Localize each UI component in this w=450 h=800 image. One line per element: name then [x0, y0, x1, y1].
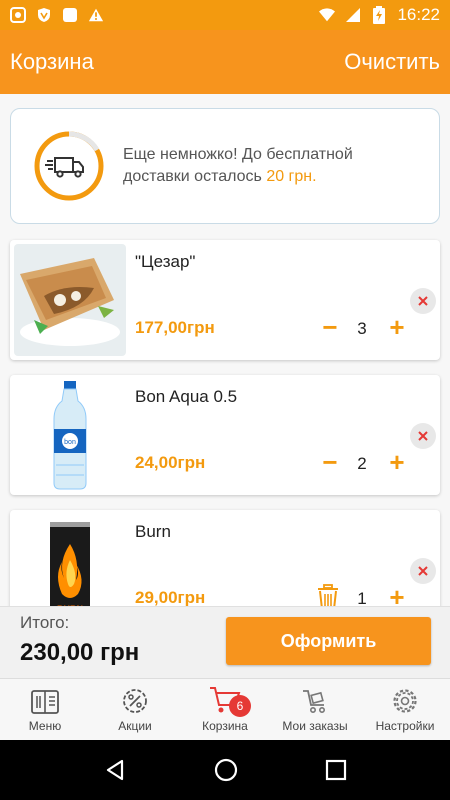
svg-text:bon: bon	[64, 439, 76, 446]
trash-icon	[318, 584, 338, 606]
bottom-nav: Меню Акции 6 Корзина Мои заказы Настройк…	[0, 678, 450, 740]
remove-item-button[interactable]	[410, 423, 436, 449]
status-bar: 16:22	[0, 0, 450, 30]
settings-gear-icon	[393, 689, 417, 713]
nav-item-settings[interactable]: Настройки	[360, 679, 450, 740]
home-icon[interactable]	[213, 757, 239, 783]
notification-square-icon	[62, 7, 78, 23]
close-icon	[418, 431, 428, 441]
notice-line-2-prefix: доставки осталось	[123, 168, 267, 185]
notice-text: Еще немножко! До бесплатной доставки ост…	[123, 144, 353, 188]
nav-item-orders[interactable]: Мои заказы	[270, 679, 360, 740]
nav-label-promotions: Акции	[118, 719, 152, 733]
item-price: 177,00грн	[135, 318, 215, 337]
battery-charging-icon	[371, 6, 387, 24]
water-bottle-image: bon	[14, 379, 126, 491]
discount-icon	[123, 689, 147, 713]
nav-item-cart[interactable]: 6 Корзина	[180, 679, 270, 740]
energy-drink-can-image: BURN	[14, 514, 126, 606]
item-quantity: 2	[357, 454, 367, 473]
signal-icon	[345, 7, 361, 23]
item-price: 29,00грн	[135, 588, 206, 606]
increase-quantity-button[interactable]: +	[384, 312, 410, 342]
nav-label-settings: Настройки	[375, 719, 435, 733]
item-price: 24,00грн	[135, 453, 206, 472]
nav-item-promotions[interactable]: Акции	[90, 679, 180, 740]
item-quantity: 1	[357, 589, 367, 606]
nav-label-orders: Мои заказы	[282, 719, 348, 733]
back-icon[interactable]	[103, 758, 127, 782]
total-value: 230,00 грн	[20, 639, 140, 666]
clear-cart-button[interactable]: Очистить	[344, 49, 440, 75]
checkout-button[interactable]: Оформить	[226, 617, 431, 665]
system-navigation-bar	[0, 740, 450, 800]
close-icon	[418, 566, 428, 576]
orders-cart-icon	[303, 690, 325, 713]
decrease-quantity-button[interactable]: −	[318, 447, 342, 477]
nav-label-menu: Меню	[28, 719, 62, 733]
nav-item-menu[interactable]: Меню	[0, 679, 90, 740]
item-quantity: 3	[357, 319, 367, 338]
cart-item: bon Bon Aqua 0.5 24,00грн − 2 +	[10, 375, 440, 495]
delivery-truck-icon	[34, 131, 104, 201]
wifi-icon	[319, 7, 336, 23]
order-totals-bar: Итого: 230,00 грн Оформить	[0, 606, 450, 678]
increase-quantity-button[interactable]: +	[384, 582, 410, 607]
remaining-amount: 20 грн.	[266, 168, 317, 185]
item-name: Bon Aqua 0.5	[135, 387, 238, 406]
recent-apps-icon[interactable]	[325, 759, 347, 781]
item-name: Burn	[135, 522, 171, 541]
cart-item: "Цезар" 177,00грн − 3 +	[10, 240, 440, 360]
free-delivery-notice: Еще немножко! До бесплатной доставки ост…	[10, 108, 440, 224]
remove-item-button[interactable]	[410, 288, 436, 314]
notice-line-1: Еще немножко! До бесплатной	[123, 146, 353, 163]
menu-book-icon	[31, 690, 59, 714]
page-title: Корзина	[10, 49, 94, 74]
screenshot-icon	[10, 7, 26, 23]
nav-label-cart: Корзина	[202, 719, 248, 733]
decrease-quantity-button[interactable]: −	[318, 312, 342, 342]
item-name: "Цезар"	[135, 252, 196, 271]
notice-line-2: доставки осталось 20 грн.	[123, 166, 353, 188]
remove-item-button[interactable]	[410, 558, 436, 584]
delete-item-button[interactable]	[317, 584, 339, 606]
increase-quantity-button[interactable]: +	[384, 447, 410, 477]
cart-content[interactable]: Еще немножко! До бесплатной доставки ост…	[0, 94, 450, 606]
close-icon	[418, 296, 428, 306]
app-bar: Корзина Очистить	[0, 30, 450, 94]
shield-icon	[36, 7, 52, 23]
shawarma-wrap-image	[14, 244, 126, 356]
cart-count-badge: 6	[229, 695, 251, 717]
cart-item: BURN Burn 29,00грн 1 +	[10, 510, 440, 606]
warning-icon	[88, 7, 104, 23]
total-label: Итого:	[20, 613, 70, 632]
status-time: 16:22	[397, 5, 440, 24]
